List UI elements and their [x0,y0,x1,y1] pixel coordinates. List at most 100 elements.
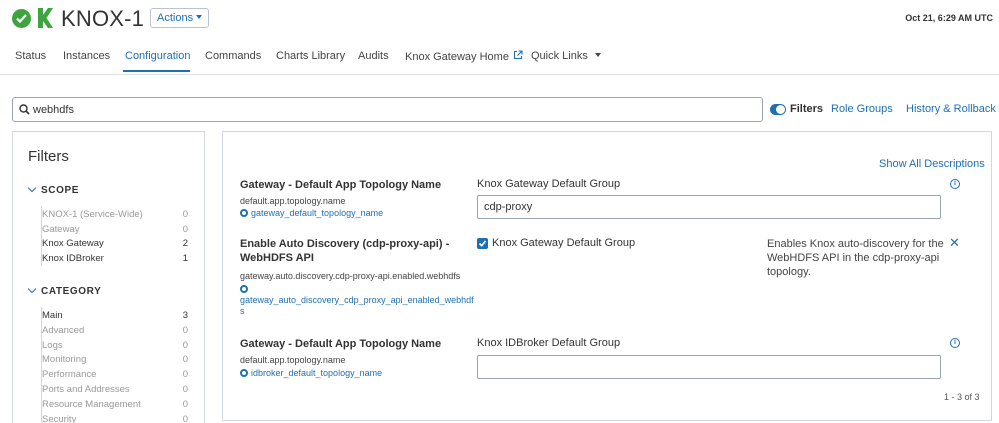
filter-label: Performance [42,369,97,380]
filter-count: 3 [182,310,188,321]
config-value-input[interactable] [477,355,941,379]
tab-status[interactable]: Status [15,50,46,62]
filter-label: Ports and Addresses [42,384,130,395]
scope-section-toggle[interactable]: SCOPE [27,183,80,196]
search-icon [19,104,30,115]
caret-down-icon [594,53,601,57]
tab-charts-library[interactable]: Charts Library [276,50,345,62]
scope-heading: SCOPE [41,185,80,196]
config-key: gateway.auto.discovery.cdp-proxy-api.ena… [240,271,461,281]
config-title: Gateway - Default App Topology Name [240,179,442,191]
config-title: Gateway - Default App Topology Name [240,338,442,350]
caret-down-icon [196,15,203,19]
config-name: gateway_auto_discovery_cdp_proxy_api_ena… [240,295,474,305]
tab-divider [0,74,999,75]
gear-icon [240,369,248,377]
tab-bar: Status Instances Configuration Commands … [0,46,999,74]
config-name: s [240,306,245,316]
filter-category-item[interactable]: Logs 0 [42,340,192,351]
filter-count: 0 [182,209,188,220]
tab-label: Knox Gateway Home [405,51,509,63]
category-section-toggle[interactable]: CATEGORY [27,284,102,297]
gear-icon [240,209,248,217]
filter-category-item[interactable]: Security 0 [42,414,192,423]
config-name-link[interactable]: gateway_default_topology_name [240,208,383,218]
search-input[interactable] [33,101,733,119]
filter-label: Gateway [42,224,80,235]
tab-configuration[interactable]: Configuration [125,50,190,62]
filter-count: 0 [182,340,188,351]
config-value-input[interactable] [477,195,941,219]
role-group-label: Knox Gateway Default Group [492,237,636,249]
chevron-down-icon [27,183,37,193]
role-groups-link[interactable]: Role Groups [831,103,893,115]
filter-scope-item[interactable]: KNOX-1 (Service-Wide) 0 [42,209,192,220]
filter-category-item[interactable]: Advanced 0 [42,325,192,336]
tab-audits[interactable]: Audits [358,50,389,62]
service-title: KNOX-1 [61,6,145,31]
filter-label: Knox Gateway [42,238,104,249]
info-icon[interactable]: i [950,338,960,348]
filter-count: 0 [182,384,188,395]
tab-quick-links[interactable]: Quick Links [531,50,601,62]
tab-instances[interactable]: Instances [63,50,110,62]
tab-knox-gateway-home[interactable]: Knox Gateway Home [405,50,523,63]
config-name: idbroker_default_topology_name [251,368,383,378]
filter-label: Security [42,414,77,423]
filter-category-item[interactable]: Resource Management 0 [42,399,192,410]
tab-label: Quick Links [531,50,588,62]
timestamp: Oct 21, 6:29 AM UTC [905,13,993,23]
config-title-line: WebHDFS API [240,252,314,264]
filters-toggle[interactable] [770,104,786,115]
check-circle-icon [12,9,31,28]
filter-scope-item[interactable]: Knox IDBroker 1 [42,253,192,264]
enable-checkbox[interactable] [477,238,488,249]
role-group-label: Knox IDBroker Default Group [477,337,621,349]
pagination-summary: 1 - 3 of 3 [944,392,980,402]
config-title: Enable Auto Discovery (cdp-proxy-api) - … [240,237,449,265]
filter-label: Main [42,310,63,321]
filter-scope-item[interactable]: Knox Gateway 2 [42,238,192,249]
filter-category-item[interactable]: Monitoring 0 [42,354,192,365]
config-name-link[interactable]: gateway_auto_discovery_cdp_proxy_api_ena… [240,284,474,316]
history-rollback-link[interactable]: History & Rollback [906,103,996,115]
filter-count: 0 [182,325,188,336]
gear-icon [240,285,248,293]
filter-scope-item[interactable]: Gateway 0 [42,224,192,235]
info-icon[interactable]: i [950,179,960,189]
filter-label: Monitoring [42,354,87,365]
actions-label: Actions [157,12,194,24]
filter-count: 1 [182,253,188,264]
filter-count: 0 [182,414,188,423]
filter-count: 2 [182,238,188,249]
filter-count: 0 [182,224,188,235]
config-name-link[interactable]: idbroker_default_topology_name [240,368,382,378]
configuration-panel: Show All Descriptions Gateway - Default … [222,131,992,421]
config-search[interactable] [12,97,763,122]
config-description: Enables Knox auto-discovery for the WebH… [767,238,944,278]
tab-commands[interactable]: Commands [205,50,261,62]
filter-count: 0 [182,354,188,365]
config-key: default.app.topology.name [240,196,346,206]
category-heading: CATEGORY [41,286,102,297]
filter-label: Resource Management [42,399,141,410]
toggle-knob [776,105,785,114]
filters-panel: Filters SCOPE KNOX-1 (Service-Wide) 0 Gat… [12,131,205,423]
filter-category-item[interactable]: Performance 0 [42,369,192,380]
filter-label: KNOX-1 (Service-Wide) [42,209,143,220]
config-title-line: Enable Auto Discovery (cdp-proxy-api) - [240,238,450,250]
filter-category-item[interactable]: Main 3 [42,310,192,321]
service-header: KNOX-1 Actions Oct 21, 6:29 AM UTC [0,0,999,38]
chevron-down-icon [27,284,37,294]
actions-dropdown[interactable]: Actions [150,8,210,28]
role-group-label: Knox Gateway Default Group [477,178,621,190]
config-name: gateway_default_topology_name [251,208,384,218]
external-link-icon [513,50,523,60]
filter-label: Advanced [42,325,85,336]
filter-category-item[interactable]: Ports and Addresses 0 [42,384,192,395]
checkmark-icon [478,240,487,247]
filter-count: 0 [182,369,188,380]
close-icon[interactable]: ✕ [949,235,960,251]
show-all-descriptions-link[interactable]: Show All Descriptions [879,158,985,170]
filter-label: Knox IDBroker [42,253,104,264]
